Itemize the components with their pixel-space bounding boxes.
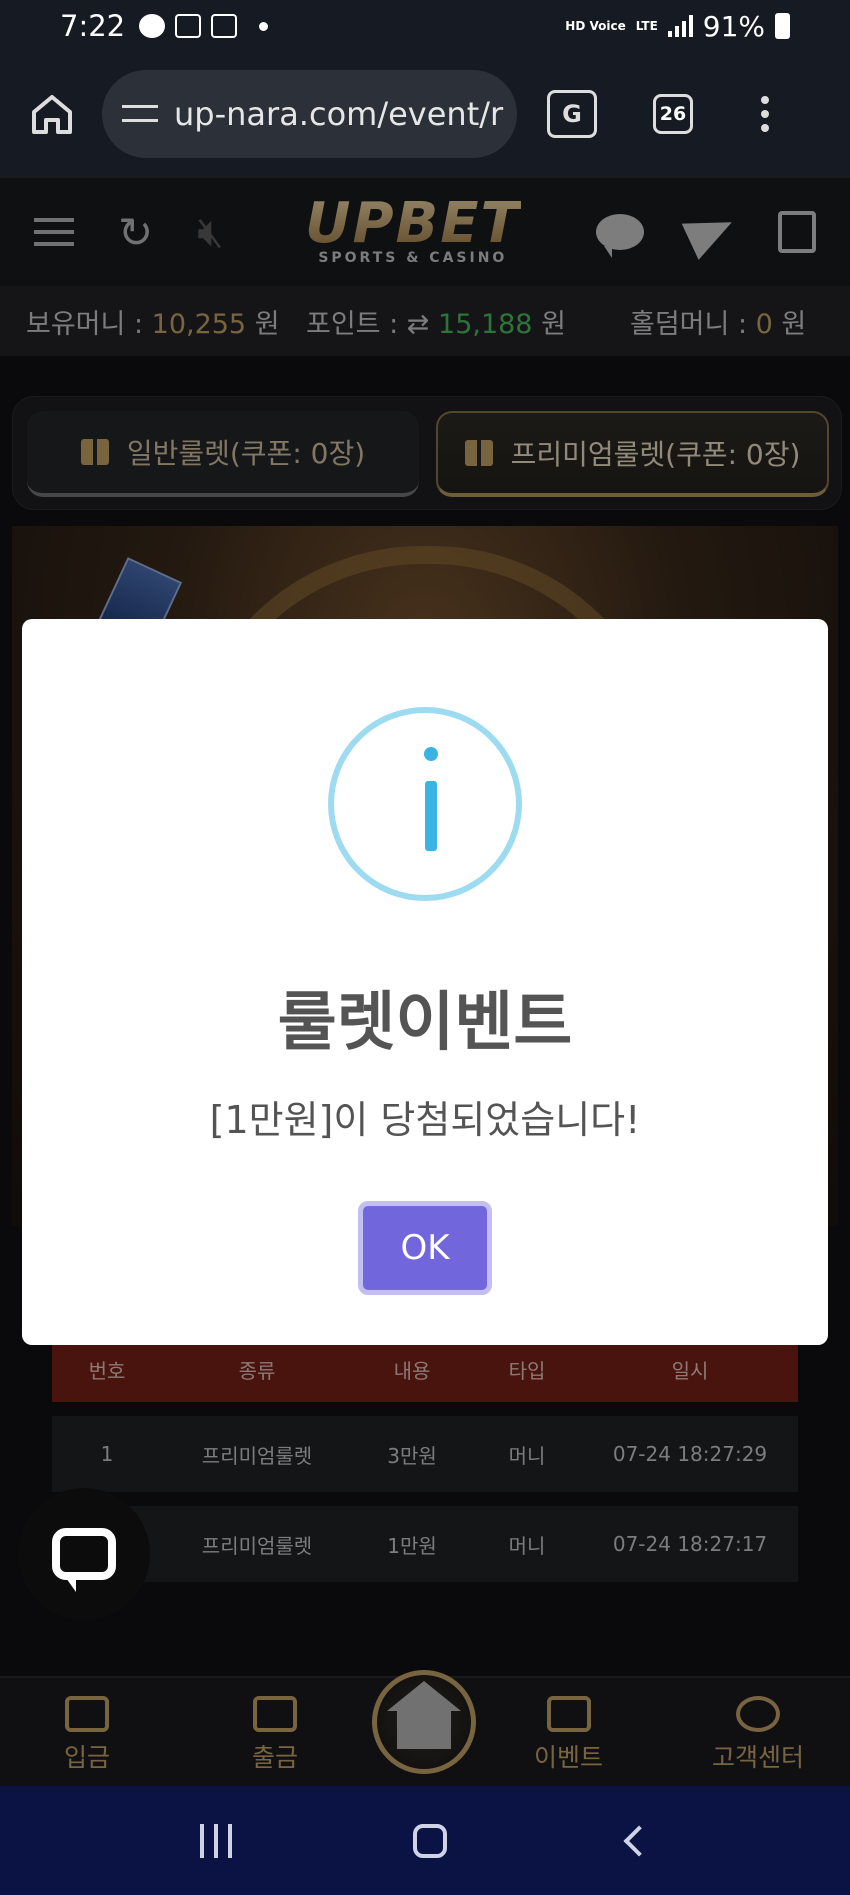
site-settings-icon[interactable] (122, 99, 158, 129)
notification-dot-icon (259, 21, 269, 31)
battery-icon (775, 13, 790, 39)
message-icon (139, 14, 166, 38)
url-text[interactable]: up-nara.com/event/r (174, 95, 503, 133)
ok-button[interactable]: OK (358, 1201, 492, 1295)
live-chat-button[interactable] (18, 1488, 150, 1620)
home-icon[interactable] (30, 92, 74, 136)
hd-voice-indicator: HD Voice (565, 18, 626, 33)
dialog-message: [1만원]이 당첨되었습니다! (209, 1098, 641, 1142)
calendar-icon (175, 14, 202, 38)
system-home-icon[interactable] (412, 1823, 447, 1858)
system-navigation-bar (0, 1786, 850, 1895)
tabs-count-button[interactable]: 26 (653, 94, 693, 134)
lte-indicator: LTE (635, 18, 658, 33)
address-bar[interactable]: up-nara.com/event/r (102, 70, 517, 158)
dialog-title: 룰렛이벤트 (277, 986, 573, 1060)
status-bar: 7:22 HD Voice LTE 91% (0, 0, 850, 52)
chat-icon (52, 1528, 116, 1592)
signal-icon (667, 15, 693, 37)
browser-toolbar: up-nara.com/event/r G 26 (0, 52, 850, 176)
translate-icon[interactable]: G (547, 90, 597, 138)
recent-apps-icon[interactable] (200, 1823, 233, 1858)
info-icon (328, 707, 522, 901)
calendar-icon (211, 14, 238, 38)
menu-more-icon[interactable] (761, 96, 769, 132)
battery-percent: 91% (702, 9, 765, 43)
back-icon[interactable] (623, 1824, 655, 1857)
status-time: 7:22 (60, 9, 126, 43)
event-result-dialog: 룰렛이벤트 [1만원]이 당첨되었습니다! OK (22, 619, 828, 1345)
